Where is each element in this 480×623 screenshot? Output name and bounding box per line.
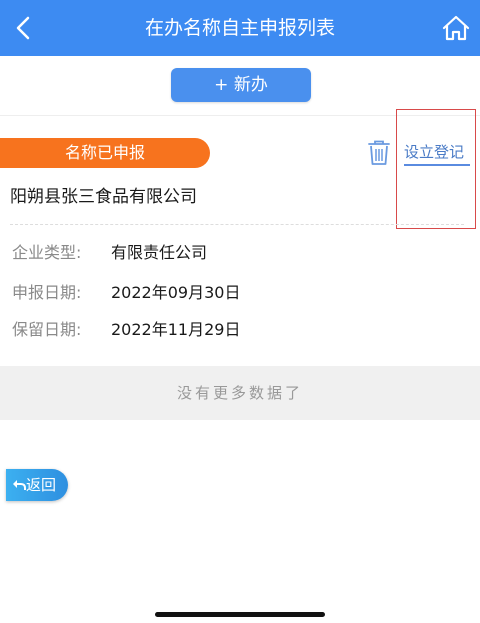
trash-icon bbox=[368, 140, 390, 165]
app-header: 在办名称自主申报列表 bbox=[0, 0, 480, 56]
status-badge: 名称已申报 bbox=[0, 138, 210, 168]
return-button[interactable]: 返回 bbox=[6, 469, 68, 501]
return-button-label: 返回 bbox=[26, 476, 57, 494]
delete-button[interactable] bbox=[367, 139, 391, 167]
field-label-reserve-date: 保留日期: bbox=[12, 320, 82, 339]
no-more-data-text: 没有更多数据了 bbox=[0, 366, 480, 420]
home-button[interactable] bbox=[436, 8, 476, 48]
return-arrow-icon bbox=[13, 480, 26, 490]
highlight-box bbox=[396, 109, 476, 229]
field-value-apply-date: 2022年09月30日 bbox=[111, 283, 241, 302]
field-value-enterprise-type: 有限责任公司 bbox=[111, 243, 208, 262]
dashed-divider bbox=[10, 224, 464, 225]
company-name: 阳朔县张三食品有限公司 bbox=[10, 187, 197, 207]
field-label-enterprise-type: 企业类型: bbox=[12, 243, 82, 262]
page-title: 在办名称自主申报列表 bbox=[144, 17, 335, 39]
home-icon bbox=[442, 15, 470, 41]
new-application-button[interactable]: + 新办 bbox=[171, 68, 311, 102]
home-indicator bbox=[155, 612, 325, 617]
field-label-apply-date: 申报日期: bbox=[12, 283, 82, 302]
chevron-left-icon bbox=[16, 16, 30, 40]
back-button[interactable] bbox=[4, 6, 48, 50]
field-value-reserve-date: 2022年11月29日 bbox=[111, 320, 241, 339]
